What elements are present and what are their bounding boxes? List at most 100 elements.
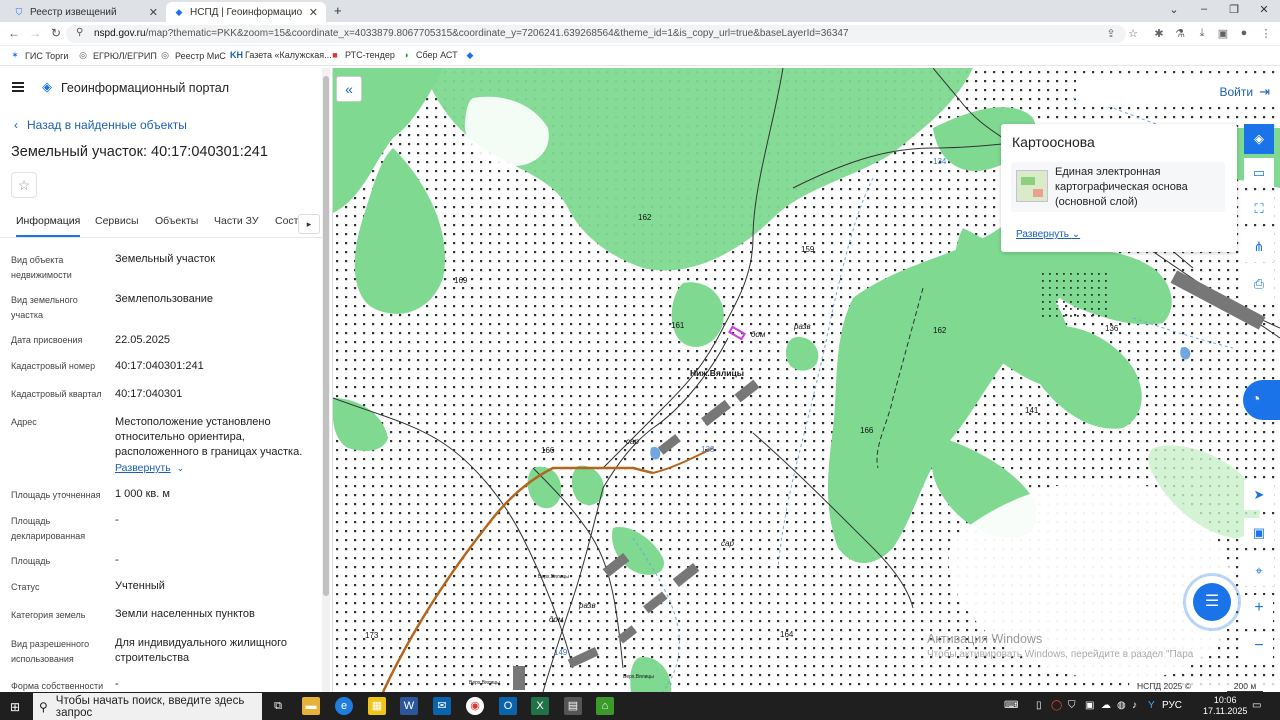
map-view[interactable]: 162 159 169 161 дом разв 162 136 134 141…	[333, 68, 1280, 692]
opera-icon[interactable]: ◯	[1051, 700, 1062, 711]
portal-title[interactable]: Геоинформационный портал	[61, 81, 229, 95]
star-icon: ☆	[17, 177, 31, 193]
outlook-icon[interactable]: O	[499, 697, 517, 715]
battery-icon[interactable]: ▯	[1036, 700, 1042, 711]
scrollbar-thumb[interactable]	[323, 76, 329, 596]
zoom-out-button[interactable]: −	[1245, 633, 1273, 661]
property-label: Дата присвоения	[11, 335, 83, 345]
navigation-arrow-icon: ➤	[1253, 487, 1265, 502]
map-feature-label: дом	[549, 615, 564, 624]
minimap-button[interactable]: ▣	[1244, 518, 1274, 548]
layers-button[interactable]: ◈	[1244, 124, 1274, 154]
login-button[interactable]: Войти ⇥	[1220, 84, 1271, 100]
water-label: 138	[701, 445, 715, 454]
bookmark-reestr-mis[interactable]: ◎ Реестр МиС	[160, 50, 226, 61]
reload-icon[interactable]: ↻	[49, 26, 63, 40]
back-arrow-icon[interactable]: ←	[7, 26, 21, 40]
browser-tab-registry[interactable]: ⛉ Реестр извещений ✕	[6, 2, 166, 22]
windows-start-icon[interactable]: ⊞	[10, 700, 20, 714]
keyboard-icon[interactable]: ⌨	[1004, 700, 1018, 711]
clock-time: 10:06	[1213, 695, 1237, 705]
tab-services[interactable]: Сервисы	[95, 215, 139, 237]
bookmark-sber-ast[interactable]: ◑ Сбер АСТ	[401, 50, 457, 60]
print-button[interactable]: ⎙	[1244, 269, 1274, 299]
navigate-button[interactable]: ➤	[1244, 480, 1274, 510]
property-label: Площадь декларированная	[11, 516, 86, 541]
browser-tab-nspd[interactable]: ◆ НСПД | Геоинформационный п ✕	[166, 2, 326, 22]
bookmark-star-icon[interactable]: ☆	[1126, 27, 1140, 40]
profile-icon[interactable]: ●	[1237, 27, 1251, 39]
url-field[interactable]: ⚲ nspd.gov.ru/map?thematic=PKK&zoom=15&c…	[66, 25, 1126, 43]
yandex-icon[interactable]: Y	[1148, 700, 1155, 711]
word-icon[interactable]: W	[400, 697, 418, 715]
share-icon[interactable]: ⇪	[1104, 27, 1118, 40]
bookmark-gis-torgi[interactable]: ✶ ГИС Торги	[10, 50, 68, 61]
select-area-button[interactable]: ⛶	[1244, 194, 1274, 224]
menu-dots-icon[interactable]: ⋮	[1259, 27, 1273, 40]
cadastral-number[interactable]: 40:17:040301:241	[115, 359, 315, 374]
bookmark-label: РТС-тендер	[345, 50, 395, 60]
mail-icon[interactable]: ✉	[433, 697, 451, 715]
collapse-panel-button[interactable]: «	[336, 76, 362, 102]
bookmark-nspd[interactable]: ◆	[465, 50, 480, 61]
tabs-scroll-right-button[interactable]: ▸	[298, 214, 320, 234]
ruler-button[interactable]: ▭	[1244, 158, 1274, 188]
task-view-icon[interactable]: ⧉	[269, 697, 287, 715]
extensions-icon[interactable]: ✱	[1152, 27, 1166, 40]
favorite-star-button[interactable]: ☆	[11, 172, 37, 198]
volume-icon[interactable]: ♪	[1132, 700, 1137, 711]
forward-arrow-icon[interactable]: →	[28, 26, 42, 40]
site-info-icon[interactable]: ⚲	[76, 27, 83, 38]
sber-icon: ◑	[403, 50, 409, 60]
cadastral-quarter[interactable]: 40:17:040301	[115, 387, 315, 402]
new-tab-button[interactable]: +	[334, 3, 342, 18]
zoom-in-button[interactable]: +	[1245, 595, 1273, 623]
download-icon[interactable]: ⤓	[1195, 27, 1209, 40]
basemap-expand-link[interactable]: Развернуть ⌄	[1016, 229, 1080, 240]
hamburger-menu-icon[interactable]	[12, 82, 24, 92]
edge-icon[interactable]: e	[335, 697, 353, 715]
address-expand-link[interactable]: Развернуть ⌄	[115, 462, 184, 474]
elevation-label: 159	[801, 245, 815, 254]
basemap-layer-card[interactable]: Единая электронная картографическая осно…	[1011, 162, 1225, 212]
system-clock[interactable]: 10:06 17.11.2025	[1203, 695, 1247, 717]
nspd-logo-icon: ◆	[175, 6, 183, 17]
shield-icon[interactable]: ⛉	[1068, 700, 1076, 711]
language-indicator[interactable]: РУС	[1162, 700, 1182, 711]
file-explorer-icon[interactable]: ▬	[302, 697, 320, 715]
locate-button[interactable]: ⌖	[1244, 556, 1274, 586]
calculator-icon[interactable]: ▤	[564, 697, 582, 715]
sidepanel-icon[interactable]: ▣	[1216, 27, 1230, 40]
bookmark-rts-tender[interactable]: ■ РТС-тендер	[330, 50, 395, 60]
share-button[interactable]: ⋔	[1244, 232, 1274, 262]
bookmark-egrul[interactable]: ◎ ЕГРЮЛ/ЕГРИП	[78, 50, 157, 61]
tab-parts[interactable]: Части ЗУ	[214, 215, 259, 237]
network-icon[interactable]: ◍	[1117, 700, 1126, 711]
close-window-icon[interactable]: ✕	[1257, 3, 1271, 16]
excel-icon[interactable]: X	[531, 697, 549, 715]
cloud-icon[interactable]: ☁	[1101, 700, 1111, 711]
close-icon[interactable]: ✕	[149, 6, 158, 19]
home-app-icon[interactable]: ⌂	[596, 697, 614, 715]
chrome-icon[interactable]: ◉	[466, 697, 484, 715]
tab-information[interactable]: Информация	[16, 215, 81, 237]
panel-scrollbar[interactable]	[322, 68, 330, 692]
restore-icon[interactable]: ❐	[1227, 3, 1241, 16]
scale-bar: 200 м	[1227, 681, 1263, 692]
minimize-icon[interactable]: –	[1197, 3, 1211, 15]
tab-objects[interactable]: Объекты	[155, 215, 198, 237]
elevation-label: 173	[365, 631, 379, 640]
app-tray-icon[interactable]: ▣	[1085, 700, 1094, 711]
map-feature-label: разв	[579, 601, 596, 610]
back-to-results-link[interactable]: ‹ Назад в найденные объекты	[14, 118, 187, 132]
bookmark-gazeta[interactable]: KH Газета «Калужская...	[230, 50, 332, 60]
feedback-button[interactable]: ◔	[1243, 380, 1280, 420]
chat-button[interactable]: ☰	[1186, 576, 1238, 628]
notifications-icon[interactable]: ▭	[1252, 700, 1261, 711]
store-icon[interactable]: ▦	[368, 697, 386, 715]
taskbar-search[interactable]: ⚲ Чтобы начать поиск, введите здесь запр…	[33, 693, 262, 720]
chevron-down-icon[interactable]: ⌄	[1167, 3, 1181, 16]
extension-icon[interactable]: ⚗	[1173, 27, 1187, 40]
close-icon[interactable]: ✕	[309, 6, 318, 19]
property-label: Вид земельного участка	[11, 295, 78, 320]
